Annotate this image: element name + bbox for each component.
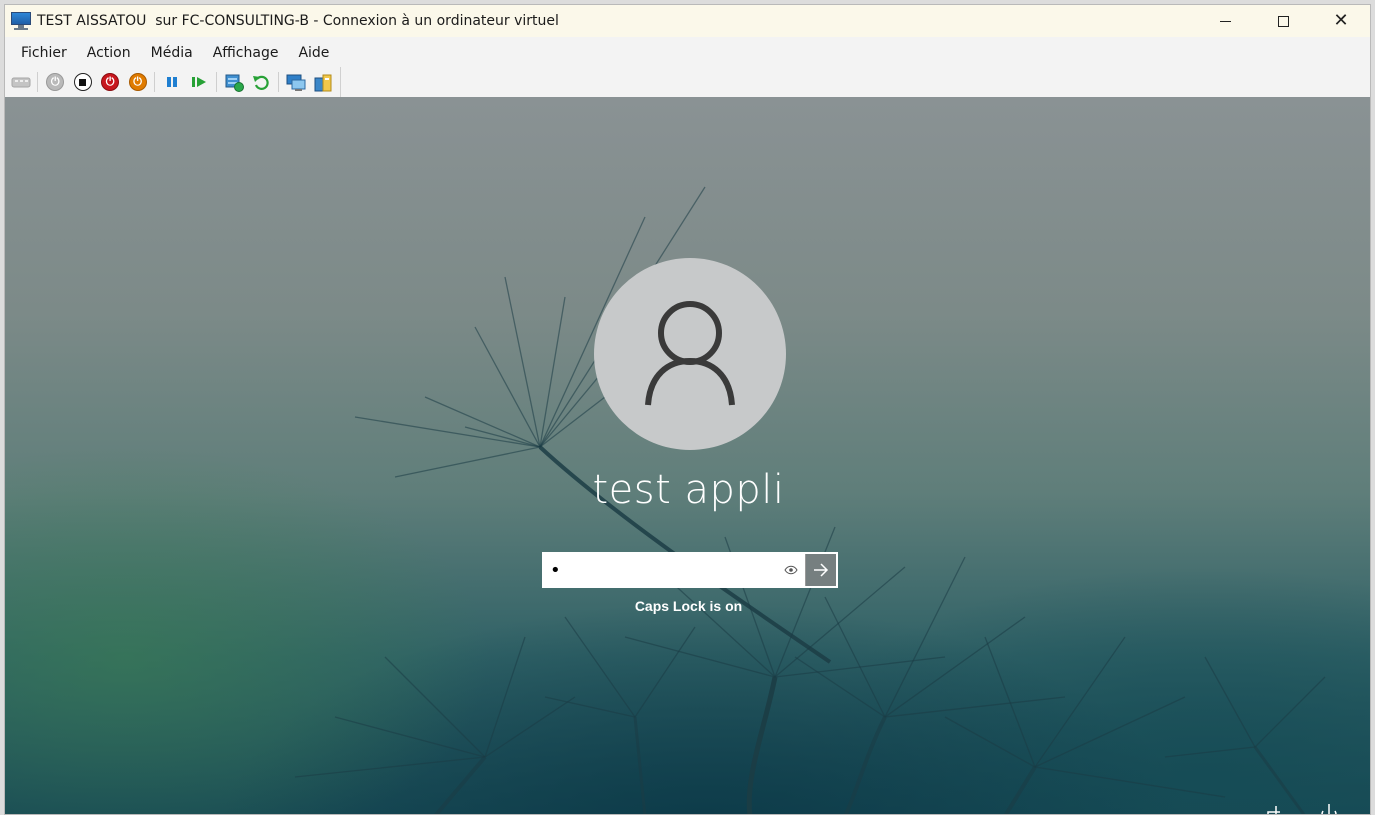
power-button[interactable] <box>1316 802 1342 814</box>
title-bar[interactable]: TEST AISSATOU sur FC-CONSULTING-B - Conn… <box>5 5 1370 37</box>
menu-action[interactable]: Action <box>77 45 141 61</box>
share-button[interactable] <box>313 71 334 93</box>
submit-button[interactable] <box>805 554 836 586</box>
pause-button[interactable] <box>161 71 182 93</box>
toolbar-separator <box>37 72 39 92</box>
start-button[interactable]: ⏻ <box>44 71 65 93</box>
caps-lock-warning: Caps Lock is on <box>634 598 743 614</box>
enhanced-session-icon <box>286 74 306 91</box>
checkpoint-icon <box>225 74 244 92</box>
menu-affichage[interactable]: Affichage <box>203 45 289 61</box>
shutdown-button[interactable]: ⏻ <box>99 71 120 93</box>
password-box <box>542 552 838 588</box>
ctrl-alt-del-icon <box>11 77 31 88</box>
resume-button[interactable] <box>189 71 210 93</box>
power-icon <box>1321 804 1337 814</box>
maximize-icon <box>1277 15 1289 27</box>
menu-media[interactable]: Média <box>141 45 203 61</box>
pause-icon <box>167 77 178 87</box>
arrow-right-icon <box>814 563 829 577</box>
revert-icon <box>253 75 270 90</box>
user-icon <box>645 301 735 406</box>
turn-off-icon <box>73 73 92 91</box>
shutdown-icon: ⏻ <box>101 73 120 91</box>
resume-icon <box>192 77 207 87</box>
reveal-password-button[interactable] <box>777 554 805 586</box>
vm-display[interactable]: test appli Caps Lock is on <box>5 97 1370 814</box>
turn-off-button[interactable] <box>72 71 93 93</box>
checkpoint-button[interactable] <box>223 71 244 93</box>
start-icon: ⏻ <box>46 73 65 91</box>
dandelion-wallpaper <box>294 186 1326 814</box>
eye-icon <box>784 565 798 575</box>
menu-bar: Fichier Action Média Affichage Aide <box>5 39 339 67</box>
toolbar-separator <box>278 72 280 92</box>
password-input[interactable] <box>544 554 777 586</box>
window-controls: ✕ <box>1196 5 1370 37</box>
virtual-machine-connection-icon <box>11 12 31 30</box>
user-avatar <box>594 258 786 450</box>
ctrl-alt-del-button[interactable] <box>10 71 31 93</box>
window-title: TEST AISSATOU sur FC-CONSULTING-B - Conn… <box>37 13 559 29</box>
login-corner-icons <box>1264 802 1342 814</box>
minimize-icon <box>1219 20 1231 22</box>
login-username: test appli <box>592 467 785 513</box>
save-button[interactable]: ⏻ <box>127 71 148 93</box>
vm-connection-window: TEST AISSATOU sur FC-CONSULTING-B - Conn… <box>4 4 1371 815</box>
minimize-button[interactable] <box>1196 5 1254 37</box>
menu-fichier[interactable]: Fichier <box>11 45 77 61</box>
close-button[interactable]: ✕ <box>1312 5 1370 37</box>
revert-button[interactable] <box>251 71 272 93</box>
maximize-button[interactable] <box>1254 5 1312 37</box>
menu-aide[interactable]: Aide <box>288 45 339 61</box>
toolbar: ⏻ ⏻ ⏻ <box>5 67 341 97</box>
share-icon <box>314 74 332 92</box>
toolbar-separator <box>154 72 156 92</box>
enhanced-session-button[interactable] <box>285 71 306 93</box>
accessibility-button[interactable] <box>1264 802 1290 814</box>
toolbar-separator <box>216 72 218 92</box>
close-icon: ✕ <box>1333 10 1349 31</box>
accessibility-icon <box>1267 806 1280 814</box>
save-icon: ⏻ <box>128 73 147 91</box>
